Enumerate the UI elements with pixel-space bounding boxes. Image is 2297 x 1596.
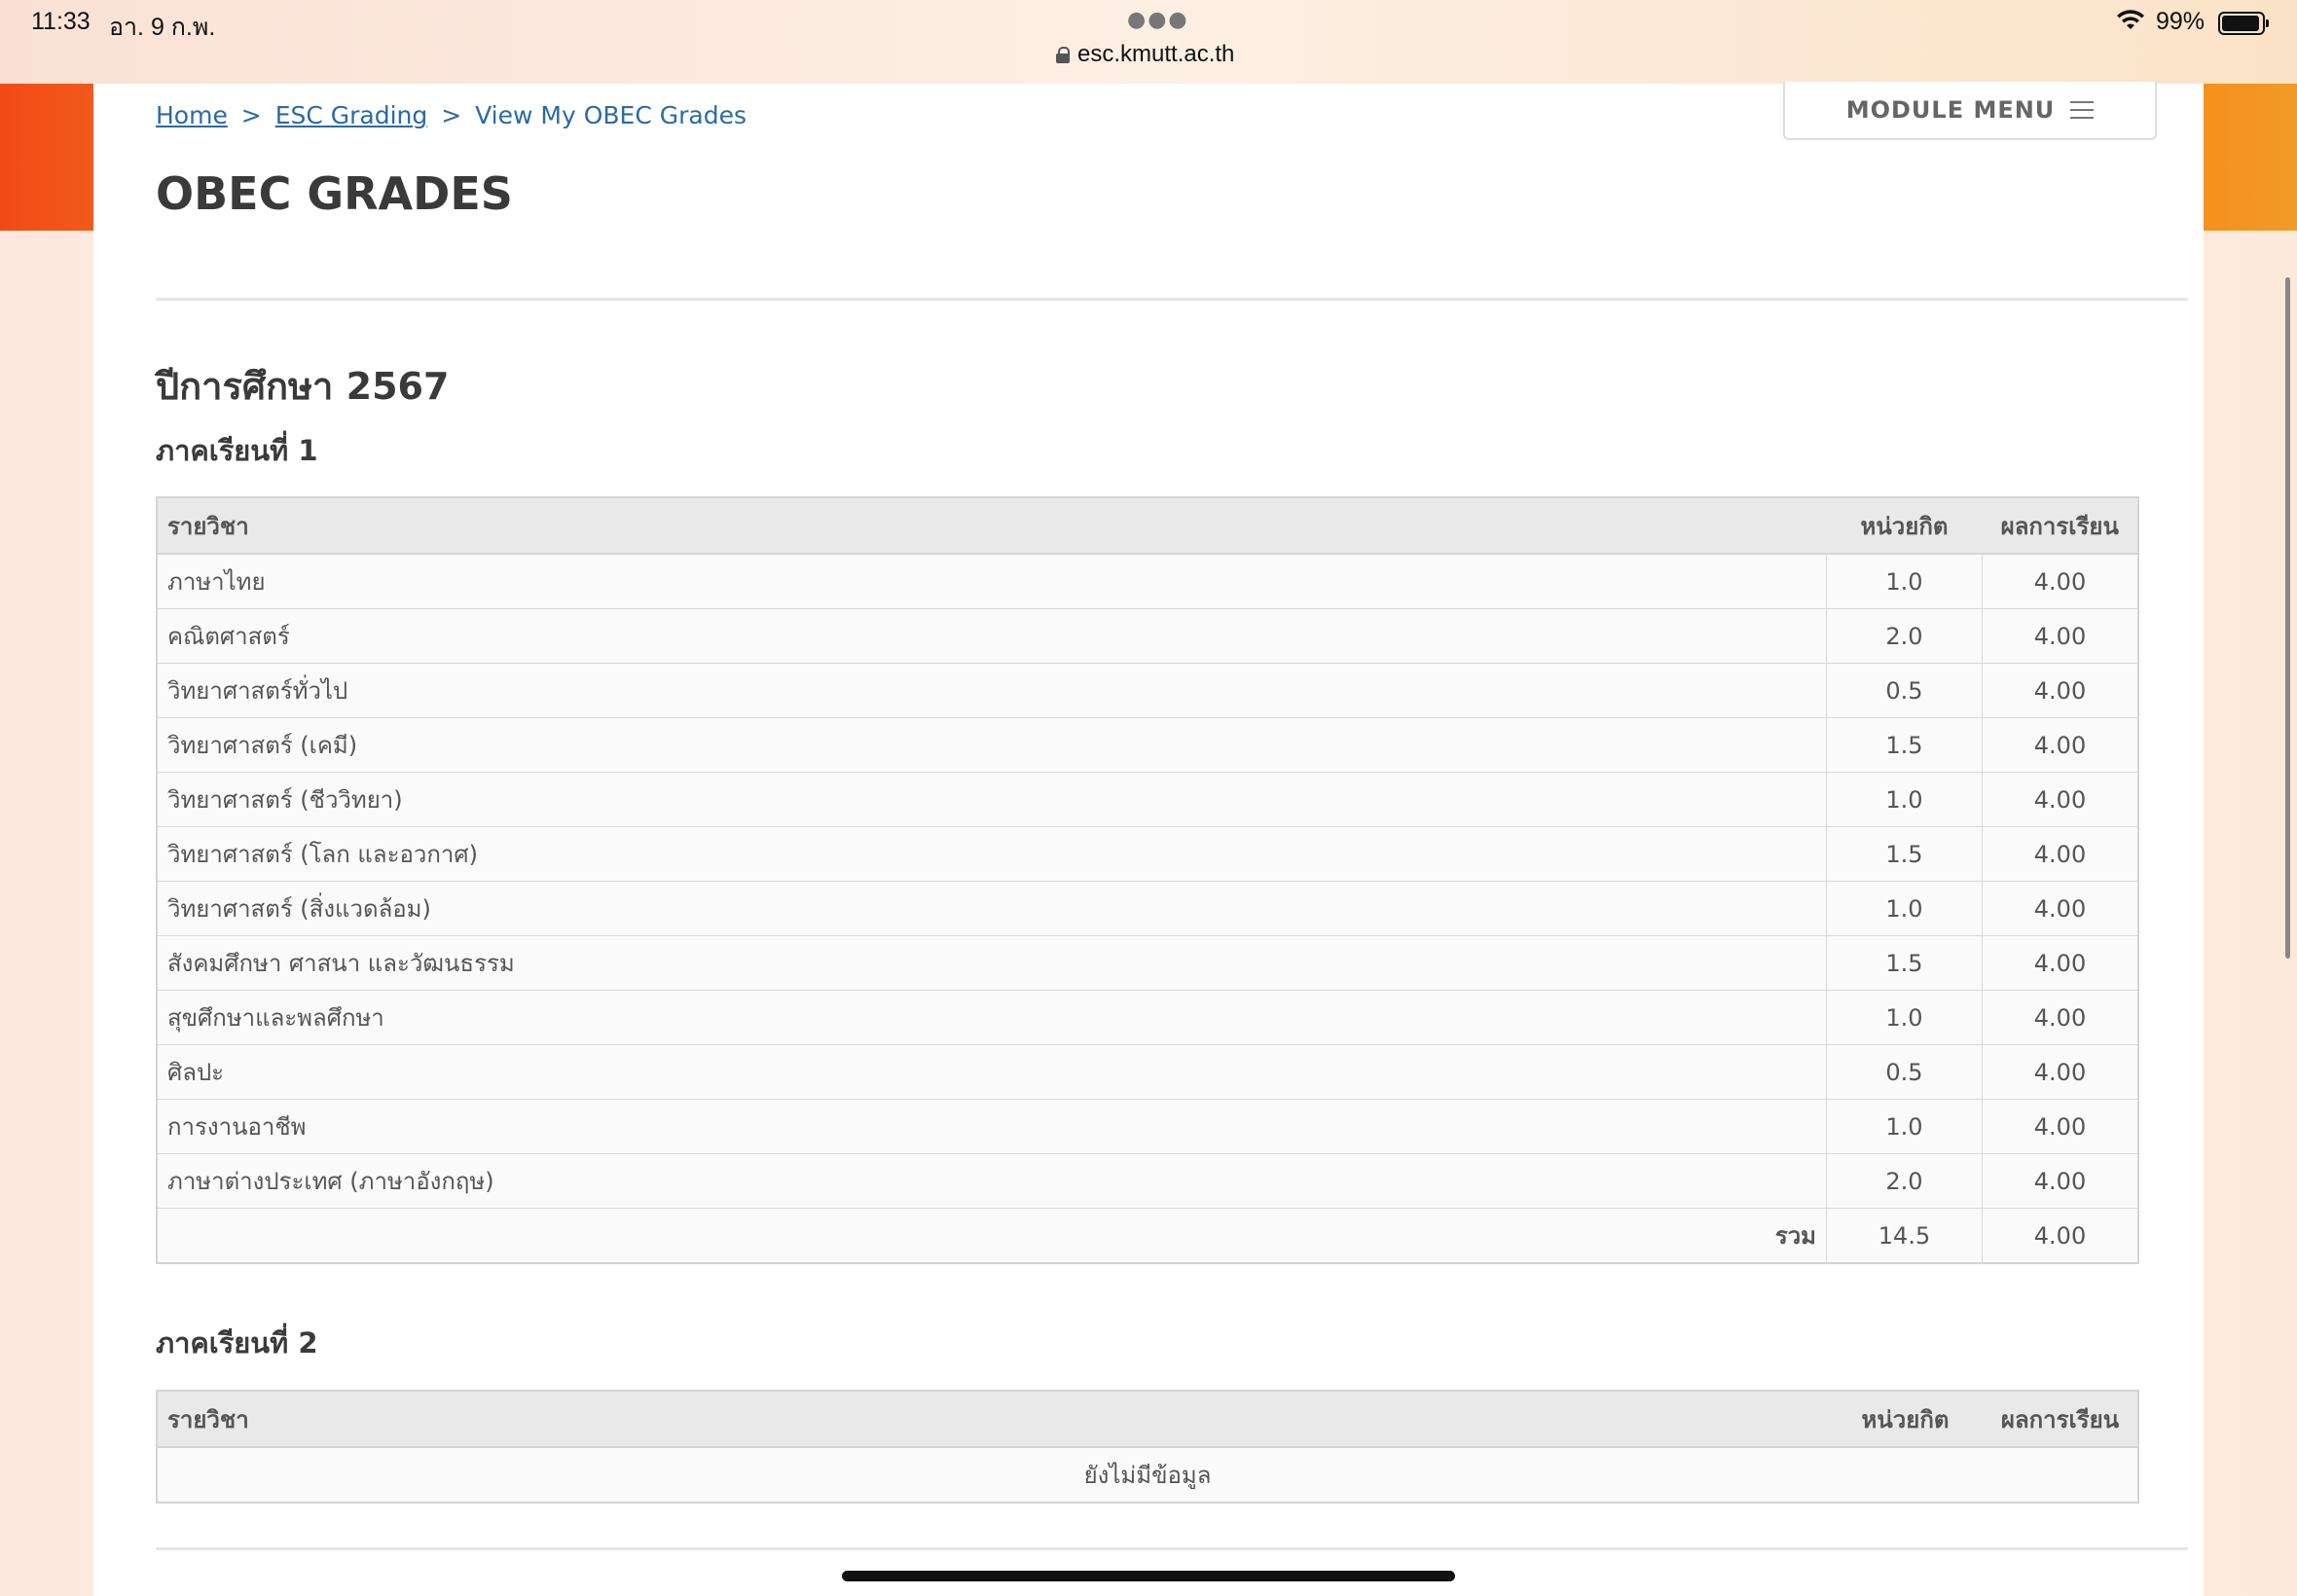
column-header-grade: ผลการเรียน [1983, 1391, 2138, 1448]
table-header-row: รายวิชา หน่วยกิต ผลการเรียน [157, 1391, 2138, 1448]
subject-cell: สังคมศึกษา ศาสนา และวัฒนธรรม [157, 935, 1827, 991]
divider [156, 298, 2188, 301]
table-row: วิทยาศาสตร์ (โลก และอวกาศ) 1.5 4.00 [157, 826, 2138, 882]
breadcrumb: Home > ESC Grading > View My OBEC Grades [156, 101, 747, 129]
academic-year-title: ปีการศึกษา 2567 [156, 365, 450, 408]
hamburger-icon [2070, 101, 2095, 119]
table-row: วิทยาศาสตร์ (เคมี) 1.5 4.00 [157, 717, 2138, 773]
credits-cell: 0.5 [1826, 663, 1983, 718]
grade-cell: 4.00 [1982, 1153, 2138, 1209]
credits-cell: 2.0 [1826, 608, 1983, 664]
scrollbar[interactable] [2285, 277, 2290, 959]
breadcrumb-esc-grading-link[interactable]: ESC Grading [275, 101, 428, 129]
table-row: ภาษาไทย 1.0 4.00 [157, 553, 2138, 609]
status-bar: 11:33 อา. 9 ก.พ. ●●● esc.kmutt.ac.th 99% [0, 0, 2297, 85]
semester-2-grades-table: รายวิชา หน่วยกิต ผลการเรียน ยังไม่มีข้อม… [156, 1390, 2139, 1504]
column-header-credits: หน่วยกิต [1826, 497, 1983, 555]
module-menu-label: MODULE MENU [1845, 96, 2056, 124]
grade-cell: 4.00 [1982, 772, 2138, 827]
credits-cell: 1.5 [1826, 826, 1983, 882]
table-row: สังคมศึกษา ศาสนา และวัฒนธรรม 1.5 4.00 [157, 935, 2138, 991]
empty-message: ยังไม่มีข้อมูล [157, 1446, 2138, 1503]
empty-row: ยังไม่มีข้อมูล [157, 1446, 2138, 1503]
grade-cell: 4.00 [1982, 717, 2138, 773]
module-menu-button[interactable]: MODULE MENU [1783, 82, 2157, 140]
column-header-subject: รายวิชา [157, 1391, 1828, 1448]
subject-cell: วิทยาศาสตร์ (ชีววิทยา) [157, 772, 1827, 827]
table-header-row: รายวิชา หน่วยกิต ผลการเรียน [157, 497, 2138, 555]
total-label: รวม [157, 1208, 1827, 1263]
subject-cell: ศิลปะ [157, 1044, 1827, 1100]
subject-cell: วิทยาศาสตร์ (โลก และอวกาศ) [157, 826, 1827, 882]
status-time: 11:33 [31, 8, 91, 35]
semester-1-title: ภาคเรียนที่ 1 [156, 434, 318, 467]
grade-cell: 4.00 [1982, 826, 2138, 882]
credits-cell: 2.0 [1826, 1153, 1983, 1209]
grade-cell: 4.00 [1982, 663, 2138, 718]
semester-2-title: ภาคเรียนที่ 2 [156, 1326, 318, 1360]
subject-cell: การงานอาชีพ [157, 1099, 1827, 1154]
total-credits: 14.5 [1826, 1208, 1983, 1263]
column-header-grade: ผลการเรียน [1982, 497, 2138, 555]
table-row: คณิตศาสตร์ 2.0 4.00 [157, 608, 2138, 664]
main-content: Home > ESC Grading > View My OBEC Grades… [93, 82, 2204, 1596]
total-row: รวม 14.5 4.00 [157, 1208, 2138, 1263]
lock-icon [1056, 46, 1070, 63]
credits-cell: 1.5 [1826, 935, 1983, 991]
grade-cell: 4.00 [1982, 881, 2138, 936]
table-row: การงานอาชีพ 1.0 4.00 [157, 1099, 2138, 1154]
subject-cell: ภาษาไทย [157, 553, 1827, 609]
credits-cell: 0.5 [1826, 1044, 1983, 1100]
wifi-icon [2117, 10, 2144, 29]
grade-cell: 4.00 [1982, 608, 2138, 664]
breadcrumb-current: View My OBEC Grades [475, 101, 747, 129]
credits-cell: 1.0 [1826, 990, 1983, 1045]
battery-icon [2218, 12, 2269, 35]
more-options-icon[interactable]: ●●● [1127, 8, 1189, 32]
column-header-credits: หน่วยกิต [1828, 1391, 1983, 1448]
credits-cell: 1.0 [1826, 553, 1983, 609]
home-indicator[interactable] [842, 1571, 1455, 1581]
column-header-subject: รายวิชา [157, 497, 1827, 555]
breadcrumb-separator: > [240, 101, 262, 129]
subject-cell: สุขศึกษาและพลศึกษา [157, 990, 1827, 1045]
page-title: OBEC GRADES [156, 167, 513, 220]
table-row: ศิลปะ 0.5 4.00 [157, 1044, 2138, 1100]
header-band-right [2204, 84, 2297, 231]
credits-cell: 1.0 [1826, 881, 1983, 936]
semester-1-grades-table: รายวิชา หน่วยกิต ผลการเรียน ภาษาไทย 1.0 4.… [156, 496, 2139, 1264]
subject-cell: วิทยาศาสตร์ (สิ่งแวดล้อม) [157, 881, 1827, 936]
grade-cell: 4.00 [1982, 553, 2138, 609]
header-band-left [0, 84, 93, 231]
breadcrumb-home-link[interactable]: Home [156, 101, 228, 129]
subject-cell: วิทยาศาสตร์ทั่วไป [157, 663, 1827, 718]
grade-cell: 4.00 [1982, 1044, 2138, 1100]
grade-cell: 4.00 [1982, 935, 2138, 991]
address-url: esc.kmutt.ac.th [1077, 41, 1235, 67]
table-row: สุขศึกษาและพลศึกษา 1.0 4.00 [157, 990, 2138, 1045]
total-grade: 4.00 [1982, 1208, 2138, 1263]
credits-cell: 1.0 [1826, 1099, 1983, 1154]
credits-cell: 1.5 [1826, 717, 1983, 773]
subject-cell: วิทยาศาสตร์ (เคมี) [157, 717, 1827, 773]
subject-cell: คณิตศาสตร์ [157, 608, 1827, 664]
subject-cell: ภาษาต่างประเทศ (ภาษาอังกฤษ) [157, 1153, 1827, 1209]
table-row: วิทยาศาสตร์ทั่วไป 0.5 4.00 [157, 663, 2138, 718]
address-bar[interactable]: esc.kmutt.ac.th [1056, 41, 1241, 68]
table-row: วิทยาศาสตร์ (สิ่งแวดล้อม) 1.0 4.00 [157, 881, 2138, 936]
grade-cell: 4.00 [1982, 1099, 2138, 1154]
battery-percentage: 99% [2156, 8, 2206, 35]
grade-cell: 4.00 [1982, 990, 2138, 1045]
breadcrumb-separator: > [441, 101, 462, 129]
status-date: อา. 9 ก.พ. [109, 14, 216, 41]
table-row: วิทยาศาสตร์ (ชีววิทยา) 1.0 4.00 [157, 772, 2138, 827]
divider [156, 1547, 2188, 1550]
table-row: ภาษาต่างประเทศ (ภาษาอังกฤษ) 2.0 4.00 [157, 1153, 2138, 1209]
credits-cell: 1.0 [1826, 772, 1983, 827]
